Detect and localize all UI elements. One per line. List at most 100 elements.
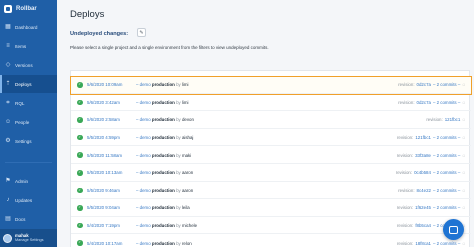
sidebar-item-label: Settings bbox=[15, 138, 32, 144]
deploy-date[interactable]: 5/6/2020 2:58am bbox=[87, 117, 120, 122]
revision-link[interactable]: 8c4e22 bbox=[417, 188, 431, 193]
revision-label: revision: bbox=[398, 99, 415, 105]
table-row[interactable]: ✓ 5/6/2020 3:42am – demo production by lim… bbox=[71, 95, 471, 112]
sidebar-item-dashboard[interactable]: ▦ Dashboard bbox=[0, 18, 57, 36]
deploy-date[interactable]: 5/5/2020 9:46am bbox=[87, 188, 120, 193]
sidebar-item-items[interactable]: ≡ Items bbox=[0, 37, 57, 55]
table-row[interactable]: ✓ 5/4/2020 10:17am – demo production by re… bbox=[71, 235, 471, 247]
project-link[interactable]: demo bbox=[140, 205, 151, 210]
table-row[interactable]: ✓ 5/6/2020 10:09am – demo production by li… bbox=[70, 76, 472, 95]
brand[interactable]: Rollbar bbox=[0, 0, 57, 16]
project-link[interactable]: demo bbox=[140, 135, 151, 140]
project-link[interactable]: demo bbox=[140, 170, 151, 175]
sidebar-item-admin[interactable]: ⚑ Admin bbox=[0, 172, 57, 190]
commits-link[interactable]: – 2 commits – bbox=[433, 100, 460, 105]
commits-link[interactable]: – 2 commits – bbox=[433, 82, 460, 87]
expand-icon[interactable]: ◌ bbox=[462, 135, 465, 140]
manage-settings-link[interactable]: Manage Settings bbox=[15, 238, 44, 243]
commits-link[interactable]: – 2 commits – bbox=[433, 188, 460, 193]
success-check-icon: ✓ bbox=[77, 82, 83, 88]
revision-link[interactable]: 1f62e45 bbox=[415, 205, 431, 210]
commits-count[interactable]: 2 commits bbox=[437, 153, 457, 158]
expand-icon[interactable]: ◌ bbox=[462, 241, 465, 246]
commits-count[interactable]: 2 commits bbox=[437, 100, 457, 105]
commits-link[interactable]: – 2 commits – bbox=[433, 153, 460, 158]
sidebar-item-versions[interactable]: ◇ Versions bbox=[0, 56, 57, 74]
sidebar-item-label: People bbox=[15, 119, 30, 125]
project-link[interactable]: demo bbox=[140, 117, 151, 122]
revision-link[interactable]: 0c4b584 bbox=[414, 170, 431, 175]
deploy-date[interactable]: 5/4/2020 7:19pm bbox=[87, 223, 120, 228]
success-check-icon: ✓ bbox=[77, 152, 83, 158]
commits-count[interactable]: 2 commits bbox=[437, 82, 457, 87]
environment-name: production bbox=[151, 205, 175, 211]
commits-count[interactable]: 2 commits bbox=[437, 135, 457, 140]
commits-count[interactable]: 2 commits bbox=[437, 205, 457, 210]
project-link[interactable]: demo bbox=[140, 153, 151, 158]
expand-icon[interactable]: ◌ bbox=[462, 188, 465, 193]
commits-link[interactable]: – 2 commits – bbox=[433, 205, 460, 210]
rql-icon: ⌗ bbox=[6, 100, 10, 106]
table-row[interactable]: ✓ 5/4/2020 7:19pm – demo production by mic… bbox=[71, 218, 471, 235]
deploy-date[interactable]: 5/6/2020 3:42am bbox=[87, 100, 120, 105]
revision-label: revision: bbox=[396, 223, 414, 229]
by-label: by bbox=[176, 223, 181, 229]
environment-name: production bbox=[151, 223, 175, 229]
project-link[interactable]: demo bbox=[140, 82, 151, 87]
sidebar-item-label: Admin bbox=[15, 178, 29, 184]
revision-label: revision: bbox=[396, 135, 414, 141]
expand-icon[interactable]: ◌ bbox=[462, 170, 465, 175]
sidebar-item-docs[interactable]: ▤ Docs bbox=[0, 210, 57, 228]
by-label: by bbox=[176, 117, 181, 123]
revision-link[interactable]: 0d2c7a bbox=[417, 82, 431, 87]
revision-link[interactable]: 121fbc1 bbox=[415, 135, 431, 140]
table-row[interactable]: ✓ 5/5/2020 11:58am – demo production by ma… bbox=[71, 147, 471, 164]
gear-icon: ⚙ bbox=[5, 138, 11, 144]
success-check-icon: ✓ bbox=[77, 187, 83, 194]
project-link[interactable]: demo bbox=[140, 188, 151, 193]
sidebar-item-rql[interactable]: ⌗ RQL bbox=[0, 94, 57, 112]
project-link[interactable]: demo bbox=[140, 100, 151, 105]
revision-link[interactable]: 121fbc1 bbox=[445, 117, 461, 122]
commits-link[interactable]: – 2 commits – bbox=[433, 241, 460, 246]
chat-button[interactable] bbox=[443, 219, 464, 240]
deploy-date[interactable]: 5/5/2020 11:58am bbox=[87, 153, 122, 158]
commits-link[interactable]: – 2 commits – bbox=[433, 135, 460, 140]
revision-link[interactable]: 18f8ca1 bbox=[415, 241, 431, 246]
deploy-date[interactable]: 5/5/2020 4:59pm bbox=[87, 135, 120, 140]
table-row[interactable]: ✓ 5/5/2020 9:04am – demo production by lei… bbox=[71, 200, 471, 217]
sidebar-item-updates[interactable]: ♪ Updates bbox=[0, 191, 57, 209]
project-link[interactable]: demo bbox=[140, 241, 151, 246]
expand-icon[interactable]: ◌ bbox=[462, 100, 465, 105]
revision-link[interactable]: 0d2c7a bbox=[417, 100, 431, 105]
expand-icon[interactable]: ◌ bbox=[462, 117, 465, 122]
deploy-date[interactable]: 5/5/2020 9:04am bbox=[87, 205, 120, 210]
deploy-date[interactable]: 5/4/2020 10:17am bbox=[87, 241, 122, 246]
deploy-date[interactable]: 5/5/2020 10:13am bbox=[87, 170, 122, 175]
environment-name: production bbox=[151, 117, 175, 123]
table-row[interactable]: ✓ 5/5/2020 9:46am – demo production by aar… bbox=[71, 183, 471, 200]
commits-count[interactable]: 2 commits bbox=[437, 170, 457, 175]
user-menu[interactable]: mahak Manage Settings bbox=[0, 229, 57, 247]
commits-count[interactable]: 2 commits bbox=[437, 188, 457, 193]
edit-filters-button[interactable]: ✎ bbox=[137, 28, 146, 37]
expand-icon[interactable]: ◌ bbox=[462, 205, 465, 210]
commits-count[interactable]: 2 commits bbox=[437, 241, 457, 246]
revision-link[interactable]: f8b5ca4 bbox=[415, 223, 431, 228]
commits-link[interactable]: – 2 commits – bbox=[433, 170, 460, 175]
sidebar-divider bbox=[5, 162, 52, 163]
sidebar-item-label: Docs bbox=[15, 216, 26, 222]
project-link[interactable]: demo bbox=[140, 223, 151, 228]
revision-link[interactable]: 33f3a8e bbox=[415, 153, 431, 158]
table-row[interactable]: ✓ 5/6/2020 2:58am – demo production by dev… bbox=[71, 112, 471, 129]
deploy-date[interactable]: 5/6/2020 10:09am bbox=[87, 82, 122, 87]
sidebar-item-settings[interactable]: ⚙ Settings bbox=[0, 132, 57, 150]
sidebar-item-deploys[interactable]: ⇡ Deploys bbox=[0, 75, 57, 93]
deployer-name: michele bbox=[181, 223, 198, 229]
table-row[interactable]: ✓ 5/5/2020 4:59pm – demo production by ais… bbox=[71, 130, 471, 147]
expand-icon[interactable]: ◌ bbox=[462, 153, 465, 158]
expand-icon[interactable]: ◌ bbox=[462, 82, 465, 87]
success-check-icon: ✓ bbox=[77, 240, 83, 246]
sidebar-item-people[interactable]: ☺ People bbox=[0, 113, 57, 131]
table-row[interactable]: ✓ 5/5/2020 10:13am – demo production by aa… bbox=[71, 165, 471, 182]
